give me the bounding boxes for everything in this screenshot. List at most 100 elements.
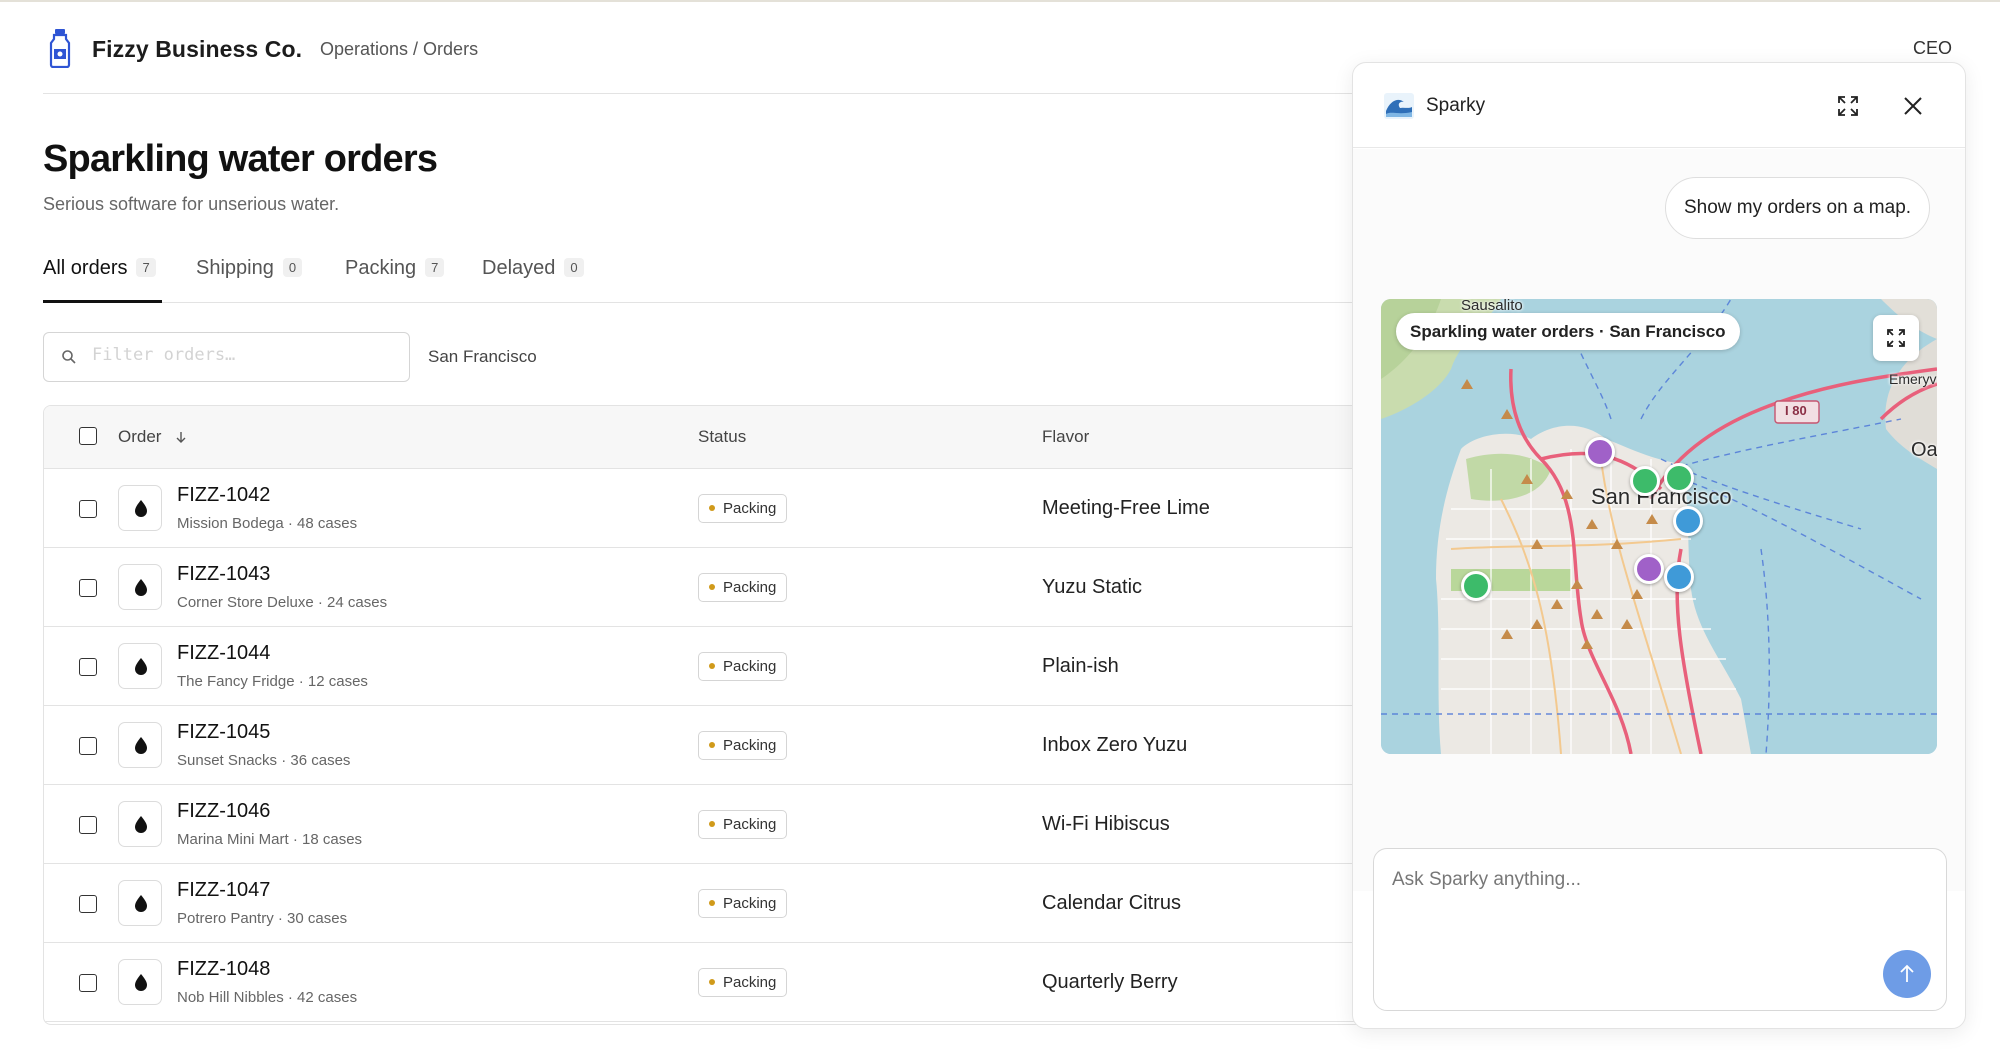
order-icon: [118, 564, 162, 610]
chat-body: Show my orders on a map. Sausalito San F…: [1353, 149, 1965, 891]
table-row[interactable]: FIZZ-1043 Corner Store Deluxe · 24 cases…: [44, 548, 1363, 627]
chat-input[interactable]: [1392, 869, 1912, 929]
tab-all-orders[interactable]: All orders 7: [43, 257, 162, 303]
tab-shipping[interactable]: Shipping 0: [196, 257, 303, 303]
map-pin-order[interactable]: [1630, 466, 1660, 496]
tab-count: 7: [425, 258, 445, 277]
tab-label: Delayed: [482, 257, 556, 279]
flavor: Yuzu Static: [1042, 576, 1143, 598]
tab-count: 0: [282, 258, 303, 277]
select-all-checkbox[interactable]: [79, 427, 97, 445]
close-icon[interactable]: [1900, 93, 1926, 119]
map-label-emeryville: Emeryv: [1889, 371, 1937, 387]
map-fullscreen-button[interactable]: [1873, 315, 1919, 361]
map-pin-order[interactable]: [1664, 562, 1694, 592]
order-meta: Nob Hill Nibbles · 42 cases: [177, 989, 358, 1006]
order-id[interactable]: FIZZ-1046: [177, 800, 270, 823]
map-pin-order[interactable]: [1673, 506, 1703, 536]
flavor: Meeting-Free Lime: [1042, 497, 1210, 519]
table-row[interactable]: FIZZ-1048 Nob Hill Nibbles · 42 cases Pa…: [44, 943, 1363, 1022]
order-icon: [118, 643, 162, 689]
user-role[interactable]: CEO: [1913, 38, 1952, 59]
status-label: Packing: [723, 658, 777, 675]
status-dot: [709, 663, 715, 669]
droplet-icon: [135, 816, 147, 833]
map-pin-order[interactable]: [1634, 554, 1664, 584]
row-checkbox[interactable]: [79, 974, 97, 992]
status-badge: Packing: [698, 494, 788, 523]
status-badge: Packing: [698, 810, 788, 839]
tab-label: Packing: [345, 257, 417, 279]
droplet-icon: [135, 895, 147, 912]
order-id[interactable]: FIZZ-1048: [177, 958, 270, 981]
location-filter[interactable]: San Francisco: [428, 347, 537, 367]
status-label: Packing: [723, 974, 777, 991]
row-checkbox[interactable]: [79, 895, 97, 913]
orders-table: Order Status Flavor FIZZ-1042 Mission Bo…: [43, 405, 1363, 1025]
row-checkbox[interactable]: [79, 816, 97, 834]
status-dot: [709, 900, 715, 906]
status-label: Packing: [723, 816, 777, 833]
order-id[interactable]: FIZZ-1047: [177, 879, 270, 902]
order-meta: Potrero Pantry · 30 cases: [177, 910, 348, 927]
status-dot: [709, 742, 715, 748]
tab-delayed[interactable]: Delayed 0: [482, 257, 584, 303]
flavor: Plain-ish: [1042, 655, 1119, 677]
table-row[interactable]: FIZZ-1042 Mission Bodega · 48 cases Pack…: [44, 469, 1363, 548]
column-status[interactable]: Status: [698, 427, 746, 447]
table-row[interactable]: FIZZ-1044 The Fancy Fridge · 12 cases Pa…: [44, 627, 1363, 706]
sparky-chat-panel: Sparky Show my orders on a map. Sausalit…: [1352, 62, 1966, 1029]
tab-packing[interactable]: Packing 7: [345, 257, 445, 303]
order-icon: [118, 959, 162, 1005]
map-pin-order[interactable]: [1664, 463, 1694, 493]
column-flavor[interactable]: Flavor: [1042, 427, 1089, 447]
search-icon: [62, 350, 76, 364]
table-row[interactable]: FIZZ-1046 Marina Mini Mart · 18 cases Pa…: [44, 785, 1363, 864]
map-label-oakland: Oa: [1911, 439, 1937, 461]
order-id[interactable]: FIZZ-1042: [177, 484, 270, 507]
order-id[interactable]: FIZZ-1044: [177, 642, 270, 665]
flavor: Inbox Zero Yuzu: [1042, 734, 1188, 756]
flavor: Quarterly Berry: [1042, 971, 1178, 993]
droplet-icon: [135, 500, 147, 517]
wave-icon: [1384, 93, 1414, 119]
send-button[interactable]: [1883, 950, 1931, 998]
droplet-icon: [135, 658, 147, 675]
table-header: Order Status Flavor: [44, 406, 1363, 469]
arrow-down-icon: [176, 432, 186, 443]
order-meta: Sunset Snacks · 36 cases: [177, 752, 351, 769]
order-meta: Marina Mini Mart · 18 cases: [177, 831, 363, 848]
expand-icon[interactable]: [1835, 93, 1861, 119]
status-label: Packing: [723, 737, 777, 754]
orders-map[interactable]: Sausalito San Francisco Emeryv Oa I 80 S…: [1381, 299, 1937, 754]
order-id[interactable]: FIZZ-1045: [177, 721, 270, 744]
status-badge: Packing: [698, 889, 788, 918]
fullscreen-icon: [1887, 329, 1905, 347]
column-order[interactable]: Order: [118, 427, 188, 447]
order-meta: The Fancy Fridge · 12 cases: [177, 673, 368, 690]
status-dot: [709, 584, 715, 590]
droplet-icon: [135, 579, 147, 596]
map-pin-order[interactable]: [1585, 437, 1615, 467]
chat-title: Sparky: [1426, 95, 1486, 116]
row-checkbox[interactable]: [79, 579, 97, 597]
brand-name[interactable]: Fizzy Business Co.: [92, 36, 302, 63]
droplet-icon: [135, 974, 147, 991]
order-id[interactable]: FIZZ-1043: [177, 563, 270, 586]
status-badge: Packing: [698, 968, 788, 997]
row-checkbox[interactable]: [79, 500, 97, 518]
filter-input[interactable]: [92, 345, 392, 365]
tab-count: 7: [136, 258, 156, 277]
order-icon: [118, 801, 162, 847]
flavor: Wi-Fi Hibiscus: [1042, 813, 1170, 835]
row-checkbox[interactable]: [79, 737, 97, 755]
top-border: [0, 0, 2000, 2]
chat-header: Sparky: [1353, 63, 1965, 148]
map-label-city: San Francisco: [1591, 484, 1732, 509]
breadcrumb[interactable]: Operations / Orders: [320, 39, 478, 60]
table-row[interactable]: FIZZ-1045 Sunset Snacks · 36 cases Packi…: [44, 706, 1363, 785]
status-badge: Packing: [698, 573, 788, 602]
table-row[interactable]: FIZZ-1047 Potrero Pantry · 30 cases Pack…: [44, 864, 1363, 943]
row-checkbox[interactable]: [79, 658, 97, 676]
map-pin-order[interactable]: [1461, 571, 1491, 601]
